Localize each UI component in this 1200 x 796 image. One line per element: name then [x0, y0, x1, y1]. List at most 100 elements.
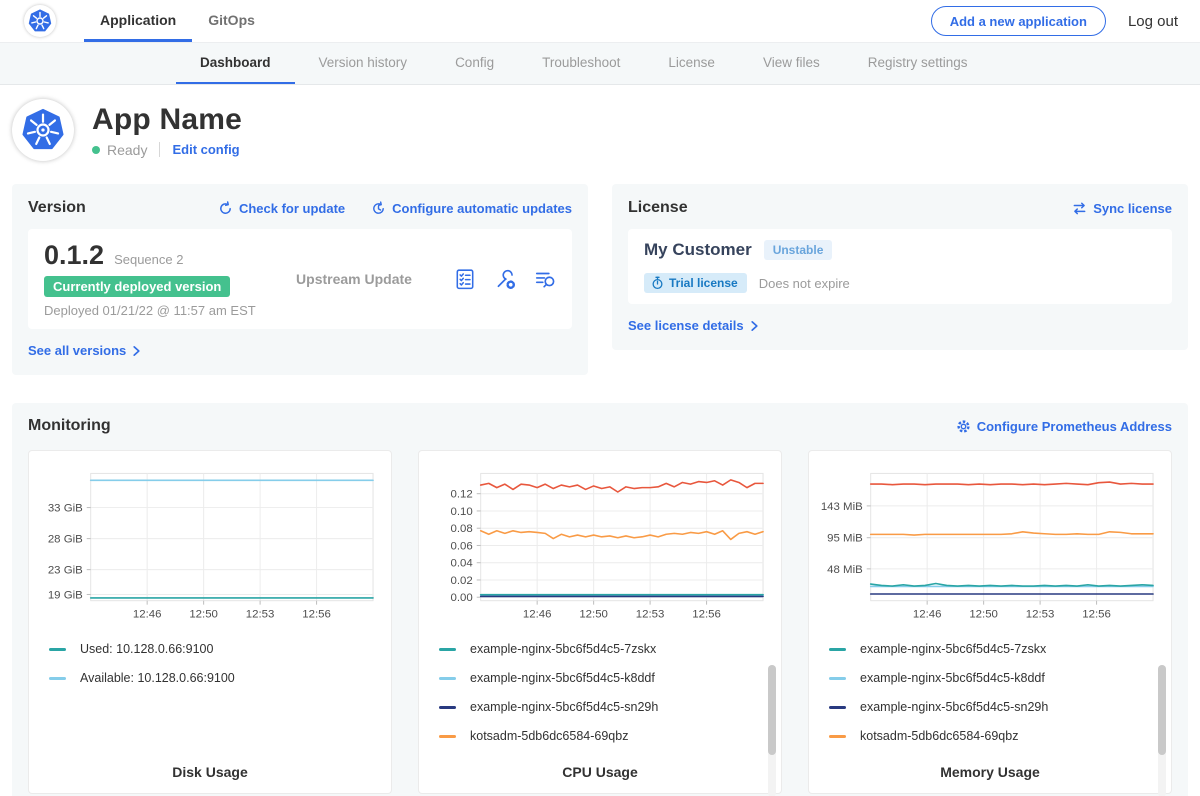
tab-label: Version history	[319, 55, 408, 70]
monitoring-section: Monitoring Configure Prometheus Address …	[12, 403, 1188, 796]
view-logs-icon[interactable]	[534, 268, 556, 290]
see-license-details-link[interactable]: See license details	[628, 318, 759, 333]
gear-icon	[956, 419, 971, 434]
edit-config-label: Edit config	[172, 142, 239, 157]
y-axis-tick-label: 48 MiB	[827, 564, 863, 576]
legend-scrollbar[interactable]	[1158, 665, 1166, 796]
configure-prometheus-link[interactable]: Configure Prometheus Address	[956, 419, 1172, 434]
legend-item: example-nginx-5bc6f5d4c5-k8ddf	[829, 671, 1161, 685]
status-dot	[92, 146, 100, 154]
sync-license-link[interactable]: Sync license	[1072, 201, 1172, 216]
top-tab-gitops[interactable]: GitOps	[192, 0, 271, 42]
edit-config-link[interactable]: Edit config	[172, 142, 239, 157]
sync-icon	[1072, 201, 1087, 216]
kubernetes-logo-icon	[28, 9, 52, 33]
preflight-checklist-icon[interactable]	[454, 268, 476, 290]
kubernetes-app-icon	[21, 108, 65, 152]
legend-item: example-nginx-5bc6f5d4c5-sn29h	[829, 700, 1161, 714]
configure-prometheus-label: Configure Prometheus Address	[977, 419, 1172, 434]
config-wrench-icon[interactable]	[494, 268, 516, 290]
see-all-versions-link[interactable]: See all versions	[28, 343, 141, 358]
app-header: App Name Ready Edit config	[0, 85, 1200, 176]
summary-cards: Version Check for update Configure au	[0, 184, 1200, 375]
top-tab-application[interactable]: Application	[84, 0, 192, 42]
y-axis-tick-label: 23 GiB	[48, 565, 83, 577]
y-axis-tick-label: 0.12	[451, 489, 473, 501]
version-source-label: Upstream Update	[264, 271, 444, 287]
y-axis-tick-label: 19 GiB	[48, 589, 83, 601]
y-axis-tick-label: 0.08	[451, 523, 473, 535]
check-for-update-link[interactable]: Check for update	[218, 201, 345, 216]
logout-button[interactable]: Log out	[1128, 13, 1178, 30]
top-nav-tabs: Application GitOps	[84, 0, 271, 42]
deployed-badge: Currently deployed version	[44, 276, 230, 297]
customer-name: My Customer	[644, 240, 752, 260]
tab-dashboard[interactable]: Dashboard	[176, 43, 295, 84]
legend-scrollbar-thumb[interactable]	[768, 665, 776, 755]
top-tab-label: GitOps	[208, 12, 255, 28]
current-version-panel: 0.1.2 Sequence 2 Currently deployed vers…	[28, 229, 572, 329]
legend-label: example-nginx-5bc6f5d4c5-sn29h	[470, 700, 658, 714]
monitoring-title: Monitoring	[28, 417, 111, 435]
sync-license-label: Sync license	[1093, 201, 1172, 216]
legend-item: example-nginx-5bc6f5d4c5-7zskx	[829, 642, 1161, 656]
app-avatar	[12, 99, 74, 161]
x-axis-tick-label: 12:50	[969, 609, 998, 621]
legend-label: example-nginx-5bc6f5d4c5-7zskx	[860, 642, 1046, 656]
license-expiry: Does not expire	[759, 276, 850, 291]
tab-troubleshoot[interactable]: Troubleshoot	[518, 43, 644, 84]
legend-label: Available: 10.128.0.66:9100	[80, 671, 235, 685]
version-card-title: Version	[28, 199, 86, 217]
clock-refresh-icon	[371, 201, 386, 216]
x-axis-tick-label: 12:56	[1082, 609, 1111, 621]
kubernetes-logo-icon[interactable]	[24, 5, 56, 37]
y-axis-tick-label: 33 GiB	[48, 503, 83, 515]
y-axis-tick-label: 28 GiB	[48, 534, 83, 546]
y-axis-tick-label: 0.10	[451, 506, 473, 518]
x-axis-tick-label: 12:46	[523, 609, 552, 621]
tab-registry-settings[interactable]: Registry settings	[844, 43, 992, 84]
chart-title: Disk Usage	[39, 764, 381, 780]
license-card: License Sync license My Customer Unstabl…	[612, 184, 1188, 350]
legend-swatch	[49, 677, 66, 680]
tab-label: License	[668, 55, 715, 70]
tab-view-files[interactable]: View files	[739, 43, 844, 84]
tab-version-history[interactable]: Version history	[295, 43, 432, 84]
license-panel: My Customer Unstable Trial license Does …	[628, 229, 1172, 304]
legend-swatch	[439, 677, 456, 680]
top-nav: Application GitOps Add a new application…	[0, 0, 1200, 42]
see-all-versions-label: See all versions	[28, 343, 126, 358]
tab-label: Dashboard	[200, 55, 271, 70]
top-tab-label: Application	[100, 12, 176, 28]
memory-usage-legend: example-nginx-5bc6f5d4c5-7zskx example-ng…	[829, 642, 1161, 758]
legend-label: kotsadm-5db6dc6584-69qbz	[860, 729, 1018, 743]
y-axis-tick-label: 143 MiB	[821, 501, 863, 513]
add-application-button[interactable]: Add a new application	[931, 6, 1106, 36]
refresh-icon	[218, 201, 233, 216]
tab-license[interactable]: License	[644, 43, 739, 84]
stopwatch-icon	[651, 276, 664, 290]
y-axis-tick-label: 0.02	[451, 575, 473, 587]
configure-automatic-updates-link[interactable]: Configure automatic updates	[371, 201, 572, 216]
y-axis-tick-label: 95 MiB	[827, 533, 863, 545]
license-type-badge: Trial license	[644, 273, 747, 293]
y-axis-tick-label: 0.00	[451, 592, 473, 604]
legend-swatch	[49, 648, 66, 651]
legend-scrollbar[interactable]	[768, 665, 776, 796]
legend-label: kotsadm-5db6dc6584-69qbz	[470, 729, 628, 743]
tab-config[interactable]: Config	[431, 43, 518, 84]
divider	[159, 142, 160, 157]
channel-badge: Unstable	[764, 240, 833, 260]
top-nav-actions: Add a new application Log out	[931, 6, 1178, 36]
app-sub-nav: Dashboard Version history Config Trouble…	[0, 42, 1200, 85]
disk-usage-legend: Used: 10.128.0.66:9100Available: 10.128.…	[49, 642, 381, 700]
disk-usage-chart: 19 GiB23 GiB28 GiB33 GiB12:4612:5012:531…	[39, 463, 381, 628]
legend-label: example-nginx-5bc6f5d4c5-k8ddf	[470, 671, 655, 685]
legend-swatch	[439, 735, 456, 738]
legend-scrollbar-thumb[interactable]	[1158, 665, 1166, 755]
x-axis-tick-label: 12:50	[189, 609, 218, 621]
x-axis-tick-label: 12:56	[302, 609, 331, 621]
tab-label: Troubleshoot	[542, 55, 620, 70]
x-axis-tick-label: 12:56	[692, 609, 721, 621]
memory-usage-chart: 48 MiB95 MiB143 MiB12:4612:5012:5312:56	[819, 463, 1161, 628]
